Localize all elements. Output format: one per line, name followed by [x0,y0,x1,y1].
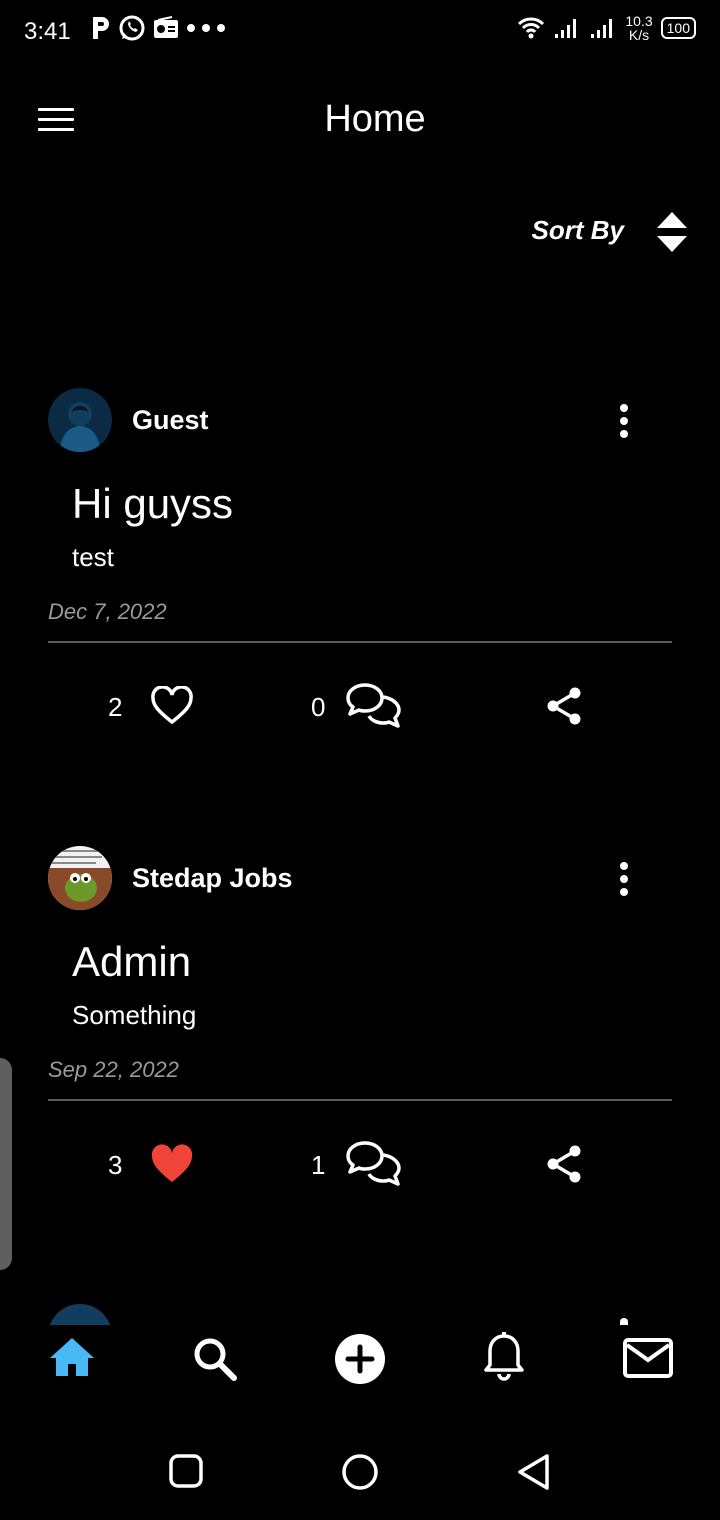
heart-outline-icon[interactable] [150,686,194,726]
speed-value: 10.3 [625,13,653,29]
post-body: Something [72,1000,197,1030]
more-options-icon[interactable] [619,862,629,898]
post-author[interactable]: Stedap Jobs [132,863,293,894]
battery-indicator: 100 [660,17,696,39]
share-icon[interactable] [544,686,584,726]
messages-icon[interactable] [622,1337,674,1379]
notifications-icon[interactable] [484,1332,524,1384]
wifi-icon [518,17,545,39]
post-title[interactable]: Admin [72,938,191,986]
p-app-icon [93,17,109,39]
avatar-partial [48,1304,112,1326]
comment-count: 1 [311,1150,326,1180]
signal-icon [591,19,613,38]
post-divider [48,1099,672,1101]
share-icon[interactable] [544,1144,584,1184]
more-dots-icon [187,24,225,32]
signal-icon [555,19,577,38]
more-options-partial-icon [620,1318,628,1325]
heart-filled-icon[interactable] [150,1144,194,1184]
sort-by-label[interactable]: Sort By [532,215,624,246]
kermit-avatar-icon [48,846,112,910]
hooded-figure-icon [48,388,112,452]
home-icon[interactable] [48,1336,96,1378]
comment-count: 0 [311,692,326,722]
post-body: test [72,542,114,572]
post-author[interactable]: Guest [132,405,209,436]
status-time: 3:41 [24,18,71,45]
comments-icon[interactable] [345,681,407,731]
status-notification-icons [90,14,226,42]
network-speed: 10.3 K/s [625,14,652,42]
avatar-stedap-jobs[interactable] [48,846,112,910]
page-title: Home [324,98,426,140]
back-icon[interactable] [515,1452,553,1492]
speed-unit: K/s [628,27,650,43]
sort-arrows-icon[interactable] [656,210,688,254]
home-button-icon[interactable] [340,1452,380,1492]
radio-icon [154,16,178,38]
status-right: 10.3 K/s 100 [517,14,696,42]
post-title[interactable]: Hi guyss [72,480,233,528]
avatar-guest[interactable] [48,388,112,452]
whatsapp-icon [119,15,145,41]
recent-apps-icon[interactable] [168,1453,204,1489]
like-count: 2 [108,692,123,722]
post-date: Dec 7, 2022 [48,599,167,624]
like-count: 3 [108,1150,123,1180]
post-divider [48,641,672,643]
search-icon[interactable] [192,1336,238,1382]
post-date: Sep 22, 2022 [48,1057,179,1082]
edge-panel-handle[interactable] [0,1058,12,1270]
add-post-icon[interactable] [334,1333,386,1385]
more-options-icon[interactable] [619,404,629,440]
comments-icon[interactable] [345,1139,407,1189]
